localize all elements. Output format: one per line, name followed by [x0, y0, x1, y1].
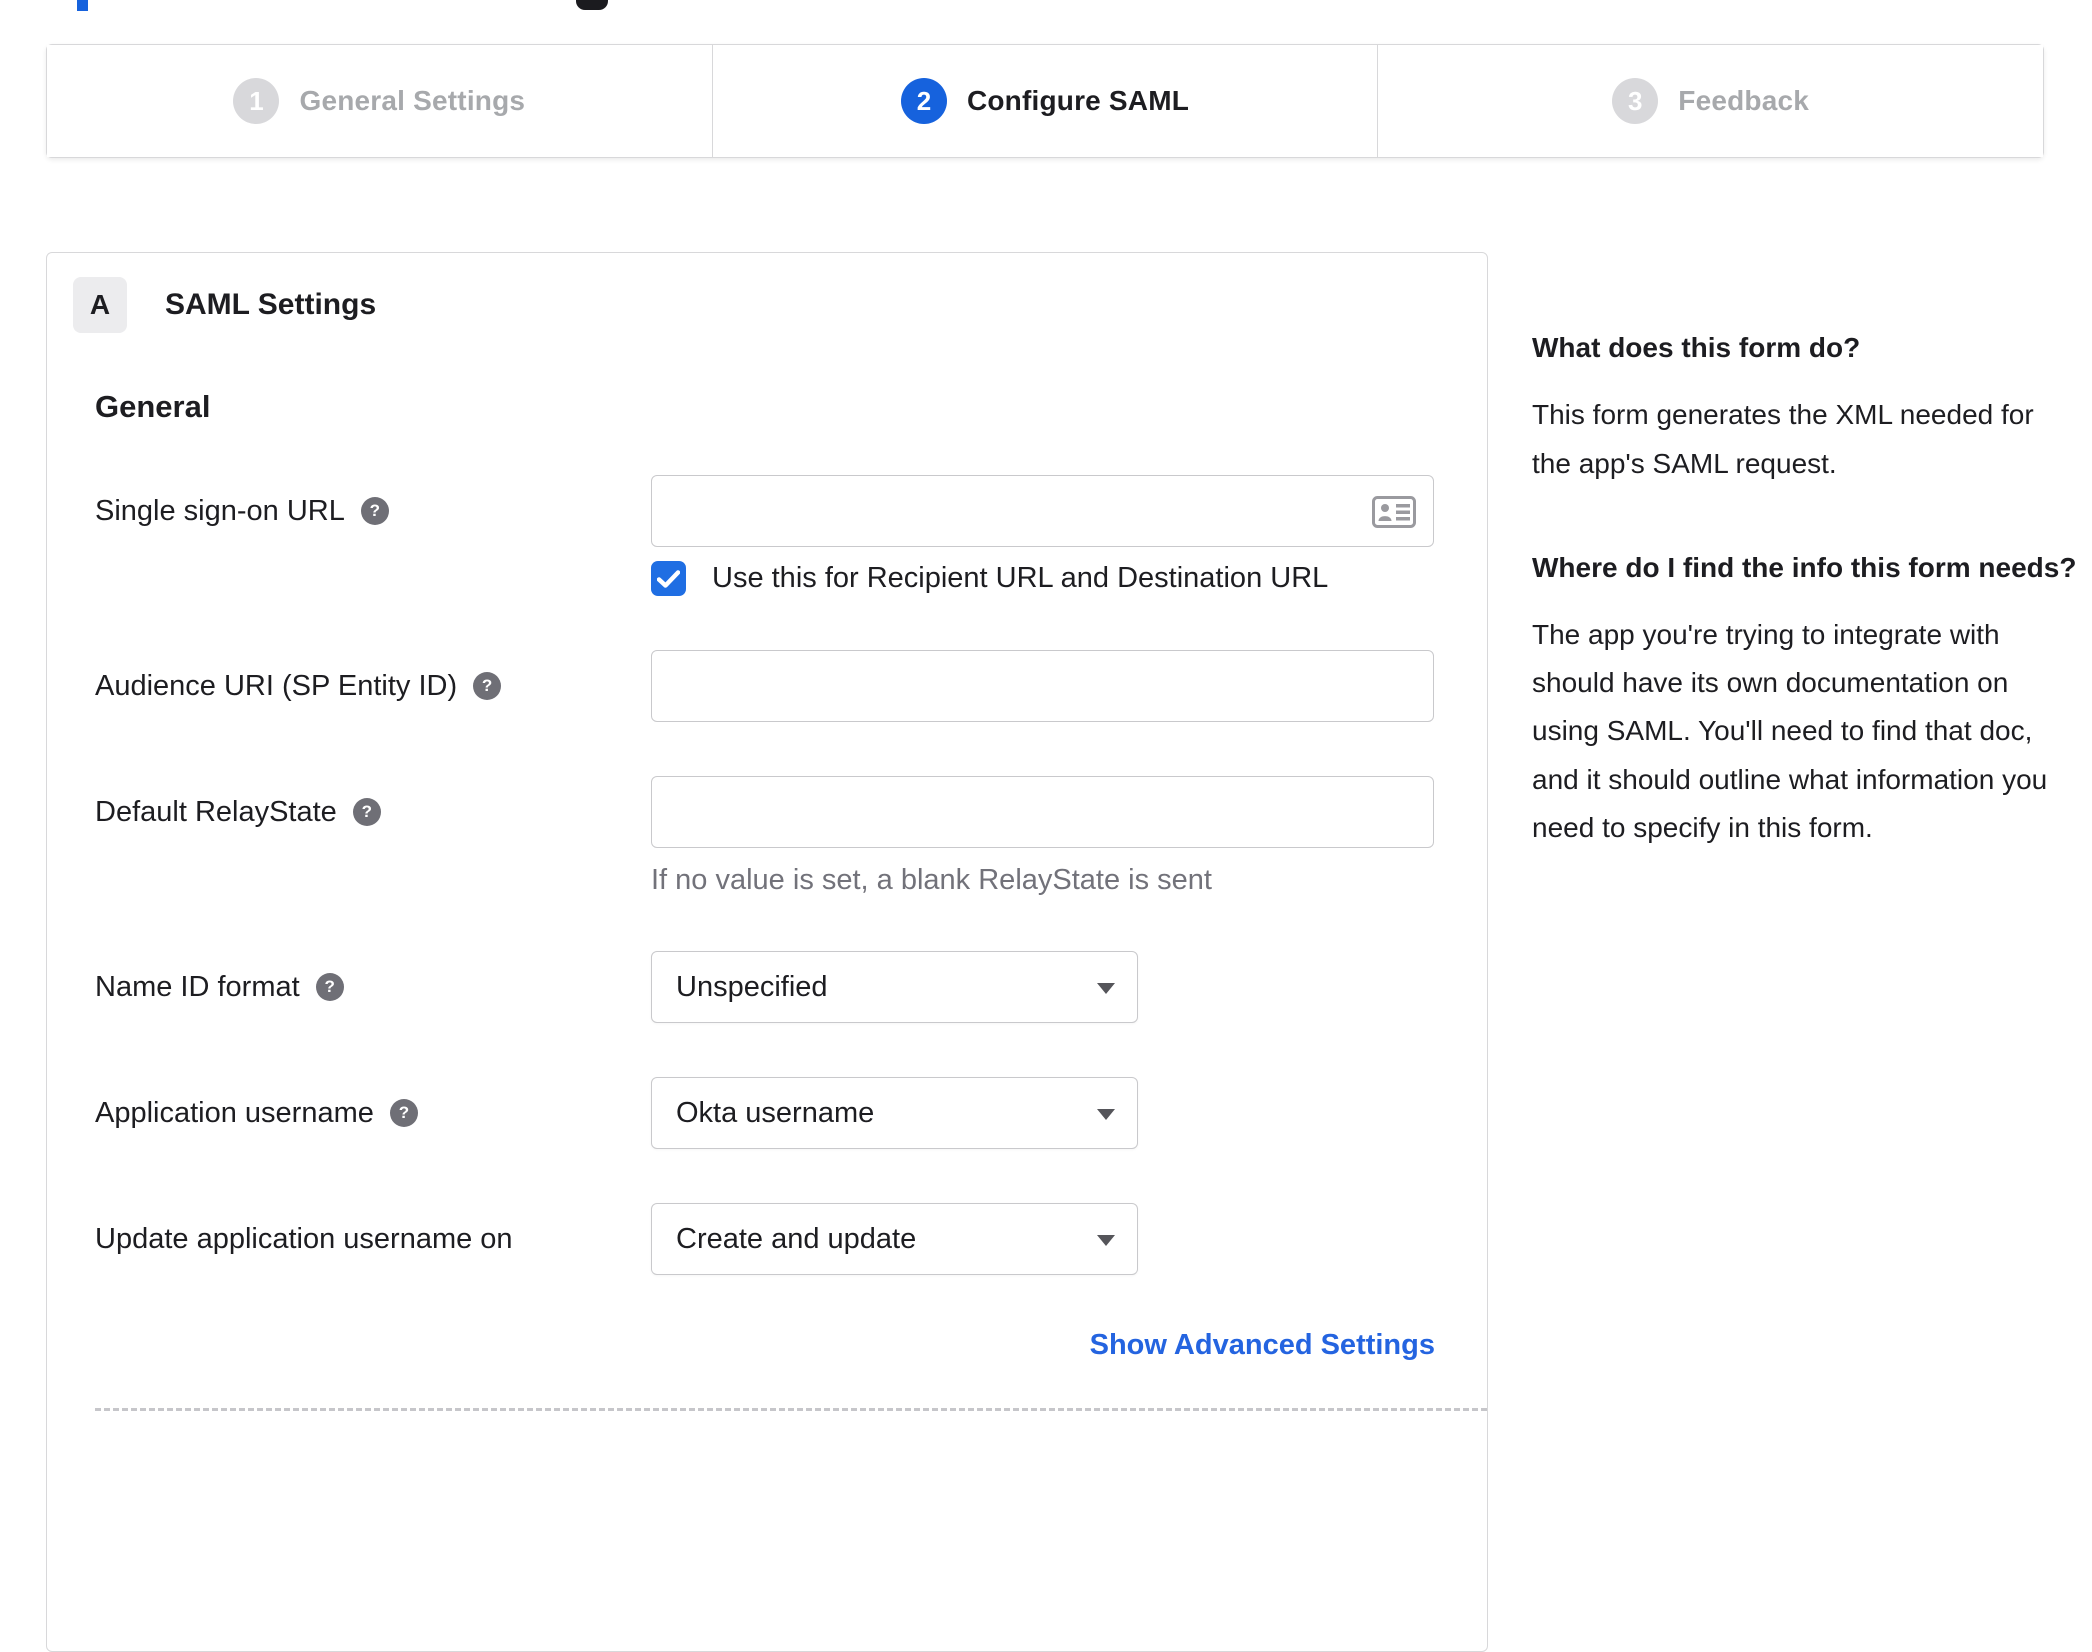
step-1-label: General Settings [299, 85, 526, 116]
recipient-url-checkbox-label: Use this for Recipient URL and Destinati… [712, 562, 1329, 594]
field-row-audience-uri: Audience URI (SP Entity ID) ? [95, 650, 1434, 722]
step-3-badge: 3 [1612, 78, 1659, 124]
field-row-update-app-username: Update application username on Create an… [95, 1203, 1431, 1275]
show-advanced-settings-link[interactable]: Show Advanced Settings [1090, 1329, 1435, 1361]
help-icon[interactable]: ? [360, 497, 389, 525]
application-username-select[interactable]: Okta username [651, 1077, 1138, 1149]
name-id-format-select[interactable]: Unspecified [651, 951, 1138, 1023]
cut-off-blue-element [77, 0, 88, 11]
help-heading-what: What does this form do? [1532, 332, 1861, 363]
help-paragraph-where: The app you're trying to integrate with … [1532, 619, 2048, 843]
single-sign-on-url-controls: Use this for Recipient URL and Destinati… [651, 475, 1434, 596]
section-a-badge: A [73, 277, 127, 333]
dashed-divider [95, 1408, 1487, 1411]
application-username-label-cell: Application username ? [95, 1077, 651, 1149]
default-relaystate-input[interactable] [651, 776, 1434, 848]
field-row-application-username: Application username ? Okta username [95, 1077, 1431, 1149]
step-1-badge: 1 [233, 78, 280, 124]
audience-uri-input-wrap [651, 650, 1434, 722]
step-2-badge: 2 [900, 78, 947, 124]
help-panel: What does this form do? This form genera… [1532, 326, 2080, 910]
recipient-url-checkbox-row: Use this for Recipient URL and Destinati… [651, 561, 1434, 596]
audience-uri-label-cell: Audience URI (SP Entity ID) ? [95, 650, 651, 722]
contact-card-icon [1372, 496, 1416, 528]
help-icon[interactable]: ? [389, 1099, 418, 1127]
wizard-stepper: 1 General Settings 2 Configure SAML 3 Fe… [46, 44, 2044, 158]
step-general-settings[interactable]: 1 General Settings [47, 45, 713, 157]
chevron-down-icon [1097, 1235, 1115, 1246]
step-3-label: Feedback [1678, 85, 1810, 116]
audience-uri-input[interactable] [651, 650, 1434, 722]
default-relaystate-input-wrap [651, 776, 1434, 848]
saml-settings-panel: A SAML Settings General Single sign-on U… [46, 252, 1488, 1652]
update-app-username-selected-value: Create and update [676, 1222, 917, 1255]
update-app-username-label-cell: Update application username on [95, 1203, 651, 1275]
field-row-single-sign-on-url: Single sign-on URL ? Use this for Recipi… [95, 475, 1434, 596]
step-2-label: Configure SAML [966, 85, 1190, 116]
recipient-url-checkbox[interactable] [651, 561, 686, 596]
single-sign-on-url-input-wrap [651, 475, 1434, 547]
chevron-down-icon [1097, 1109, 1115, 1120]
chevron-down-icon [1097, 983, 1115, 994]
application-username-controls: Okta username [651, 1077, 1431, 1149]
name-id-format-label-cell: Name ID format ? [95, 951, 651, 1023]
audience-uri-controls [651, 650, 1434, 722]
help-icon[interactable]: ? [352, 798, 381, 826]
name-id-format-controls: Unspecified [651, 951, 1431, 1023]
help-paragraph-what: This form generates the XML needed for t… [1532, 399, 2034, 479]
help-icon[interactable]: ? [473, 672, 502, 700]
single-sign-on-url-label-cell: Single sign-on URL ? [95, 475, 651, 547]
general-group-heading: General [95, 389, 211, 424]
single-sign-on-url-label: Single sign-on URL [95, 494, 345, 527]
advanced-settings-row: Show Advanced Settings [95, 1329, 1435, 1362]
update-app-username-controls: Create and update [651, 1203, 1431, 1275]
field-row-default-relaystate: Default RelayState ? If no value is set,… [95, 776, 1434, 897]
checkmark-icon [657, 569, 680, 588]
step-feedback[interactable]: 3 Feedback [1378, 45, 2044, 157]
application-username-selected-value: Okta username [676, 1096, 875, 1129]
step-configure-saml[interactable]: 2 Configure SAML [712, 45, 1379, 157]
single-sign-on-url-input[interactable] [651, 475, 1434, 547]
cut-off-logo-fragment [576, 0, 608, 10]
field-row-name-id-format: Name ID format ? Unspecified [95, 951, 1431, 1023]
update-app-username-label: Update application username on [95, 1222, 513, 1255]
default-relaystate-label-cell: Default RelayState ? [95, 776, 651, 848]
default-relaystate-helper-text: If no value is set, a blank RelayState i… [651, 864, 1212, 896]
name-id-format-label: Name ID format [95, 970, 300, 1003]
audience-uri-label: Audience URI (SP Entity ID) [95, 669, 458, 702]
default-relaystate-controls: If no value is set, a blank RelayState i… [651, 776, 1434, 897]
help-icon[interactable]: ? [315, 973, 344, 1001]
update-app-username-select[interactable]: Create and update [651, 1203, 1138, 1275]
application-username-label: Application username [95, 1096, 374, 1129]
section-header: A SAML Settings [73, 277, 1431, 333]
default-relaystate-label: Default RelayState [95, 795, 337, 828]
name-id-format-selected-value: Unspecified [676, 970, 828, 1003]
help-heading-where: Where do I find the info this form needs… [1532, 551, 2077, 583]
section-title: SAML Settings [165, 288, 377, 321]
